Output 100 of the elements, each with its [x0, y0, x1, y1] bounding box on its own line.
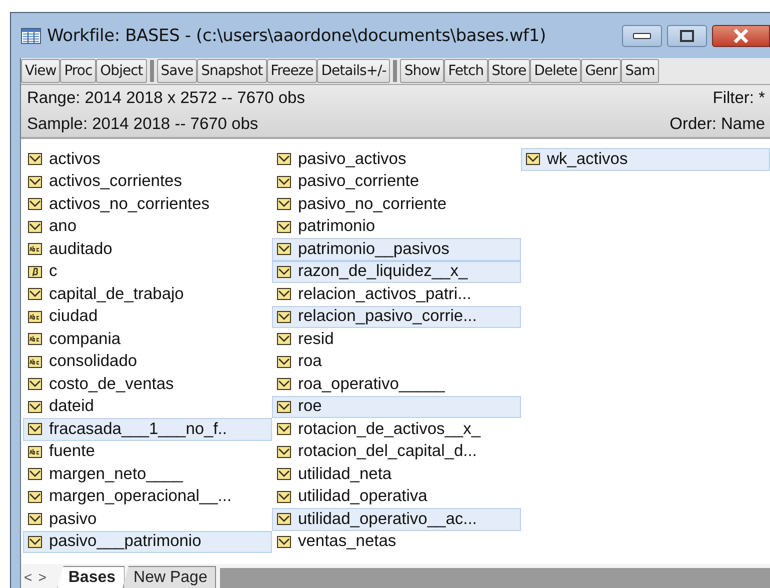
workfile-object[interactable]: pasivo_activos [272, 148, 521, 170]
workfile-object[interactable]: consolidado [23, 350, 272, 373]
toolbar-button[interactable]: Sam [621, 59, 659, 83]
workfile-object[interactable]: fracasada___1___no_f.. [23, 418, 272, 440]
series-icon [277, 197, 291, 212]
toolbar-button[interactable]: Fetch [444, 59, 488, 83]
toolbar-button[interactable]: Object [96, 59, 147, 83]
series-icon [28, 512, 42, 526]
workfile-object[interactable]: resid [272, 328, 521, 350]
close-button[interactable] [712, 24, 770, 46]
workfile-object[interactable]: activos [23, 148, 272, 170]
series-icon [28, 400, 42, 414]
minimize-icon [633, 32, 651, 38]
coefficient-icon [28, 264, 42, 279]
previous-page-button[interactable]: < [21, 569, 36, 588]
close-icon [733, 28, 749, 42]
workfile-object[interactable]: c [23, 260, 272, 283]
minimize-button[interactable] [622, 24, 662, 46]
workfile-object[interactable]: relacion_pasivo_corrie... [272, 306, 521, 328]
series-icon [277, 354, 291, 369]
toolbar-button[interactable]: Show [400, 59, 444, 83]
workfile-object[interactable]: utilidad_operativa [272, 486, 521, 508]
workfile-object[interactable]: roa_operativo_____ [272, 373, 521, 396]
workfile-object[interactable]: roe [272, 396, 521, 418]
toolbar-button[interactable]: Delete [530, 59, 582, 83]
series-icon [28, 152, 42, 166]
workfile-object[interactable]: wk_activos [521, 148, 770, 170]
next-page-button[interactable]: > [35, 569, 50, 588]
series-icon [277, 534, 291, 549]
toolbar-button[interactable]: Snapshot [197, 59, 267, 83]
workfile-object[interactable]: auditado [23, 238, 272, 260]
toolbar-button[interactable]: Details+/- [317, 59, 390, 83]
workfile-icon [21, 28, 41, 44]
workfile-object[interactable]: relacion_activos_patri... [272, 283, 521, 306]
series-icon [277, 444, 291, 459]
alpha-icon [28, 310, 42, 324]
toolbar-button[interactable]: Freeze [266, 59, 318, 83]
series-icon [277, 490, 291, 504]
toolbar-button[interactable]: Save [156, 59, 198, 83]
workfile-object[interactable]: margen_neto____ [23, 463, 272, 486]
workfile-object[interactable]: rotacion_del_capital_d... [272, 440, 521, 463]
series-icon [28, 422, 42, 436]
workfile-object[interactable]: fuente [23, 440, 272, 463]
range-label: Range: 2014 2018 x 2572 -- 7670 obs [27, 88, 305, 108]
workfile-object[interactable]: capital_de_trabajo [23, 283, 272, 306]
series-icon [277, 174, 291, 189]
workfile-object[interactable]: utilidad_neta [272, 463, 521, 486]
workfile-object[interactable]: patrimonio__pasivos [272, 238, 521, 260]
series-icon [277, 422, 291, 436]
window-title: Workfile: BASES - (c:\users\aaordone\documents\bases.wf1) [47, 26, 546, 46]
workfile-object[interactable]: razon_de_liquidez__x_ [272, 260, 521, 283]
series-icon [277, 220, 291, 234]
workfile-object[interactable]: pasivo___patrimonio [23, 530, 272, 553]
series-icon [277, 467, 291, 482]
series-icon [277, 400, 291, 414]
series-icon [277, 152, 291, 166]
workfile-object[interactable]: pasivo [23, 508, 272, 530]
series-icon [28, 287, 42, 302]
workfile-object[interactable]: patrimonio [272, 216, 521, 238]
workfile-object[interactable]: margen_operacional__... [23, 486, 272, 508]
series-icon [28, 174, 42, 189]
workfile-object[interactable]: activos_no_corrientes [23, 193, 272, 216]
maximize-button[interactable] [667, 24, 707, 46]
workfile-object[interactable]: rotacion_de_activos__x_ [272, 418, 521, 440]
series-icon [28, 490, 42, 504]
series-icon [277, 287, 291, 302]
series-icon [277, 377, 291, 392]
filter-label[interactable]: Filter: * [712, 88, 765, 108]
workfile-object[interactable]: activos_corrientes [23, 170, 272, 193]
page-tab[interactable]: Bases [57, 566, 125, 588]
toolbar-button[interactable]: Store [488, 59, 530, 83]
toolbar-button[interactable]: Proc [60, 59, 96, 83]
order-label[interactable]: Order: Name [670, 114, 765, 134]
page-tab[interactable]: New Page [122, 566, 216, 588]
workfile-object[interactable]: ciudad [23, 306, 272, 328]
series-icon [28, 220, 42, 234]
workfile-object[interactable]: pasivo_corriente [272, 170, 521, 193]
workfile-object[interactable]: dateid [23, 396, 272, 418]
series-icon [277, 512, 291, 526]
maximize-icon [680, 30, 694, 42]
sample-label: Sample: 2014 2018 -- 7670 obs [27, 114, 258, 134]
toolbar-button[interactable]: Genr [581, 59, 622, 83]
workfile-object[interactable]: costo_de_ventas [23, 373, 272, 396]
series-icon [28, 377, 42, 392]
workfile-object[interactable]: pasivo_no_corriente [272, 193, 521, 216]
series-icon [277, 242, 291, 256]
toolbar-button[interactable]: View [21, 59, 60, 83]
series-icon [526, 152, 540, 166]
workfile-object[interactable]: ventas_netas [272, 530, 521, 553]
workfile-object[interactable]: utilidad_operativo__ac... [272, 508, 521, 530]
series-icon [28, 197, 42, 212]
workfile-object[interactable]: compania [23, 328, 272, 350]
series-icon [277, 264, 291, 279]
series-icon [28, 534, 42, 549]
alpha-icon [28, 242, 42, 256]
alpha-icon [28, 444, 42, 459]
workfile-object[interactable]: roa [272, 350, 521, 373]
series-icon [28, 467, 42, 482]
alpha-icon [28, 332, 42, 346]
workfile-object[interactable]: ano [23, 216, 272, 238]
